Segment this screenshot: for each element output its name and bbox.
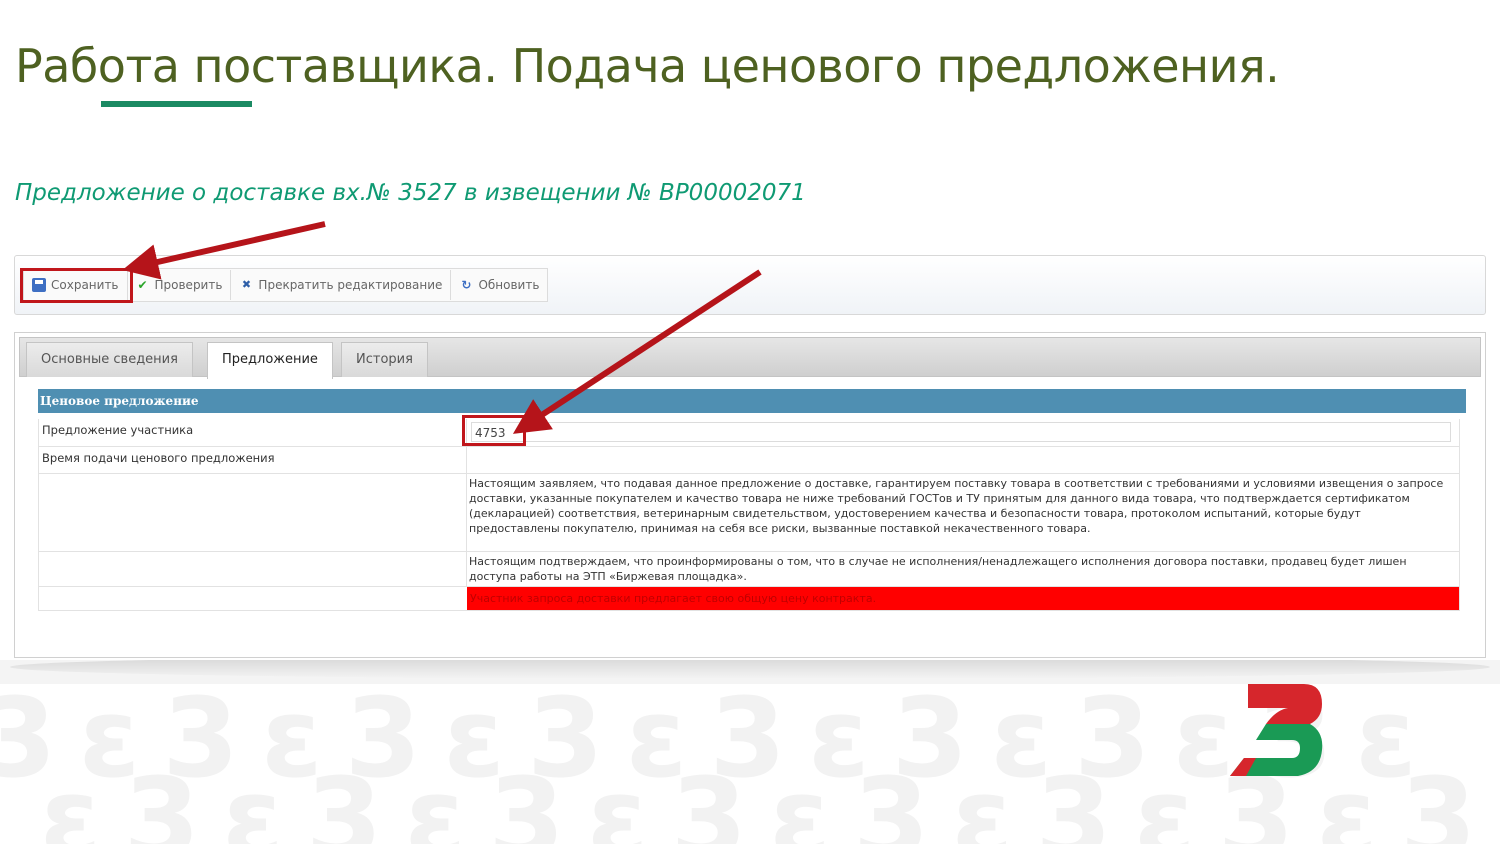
logo-icon	[1230, 684, 1323, 776]
arrow-to-offer	[512, 269, 762, 434]
arrow-to-save	[122, 221, 326, 280]
